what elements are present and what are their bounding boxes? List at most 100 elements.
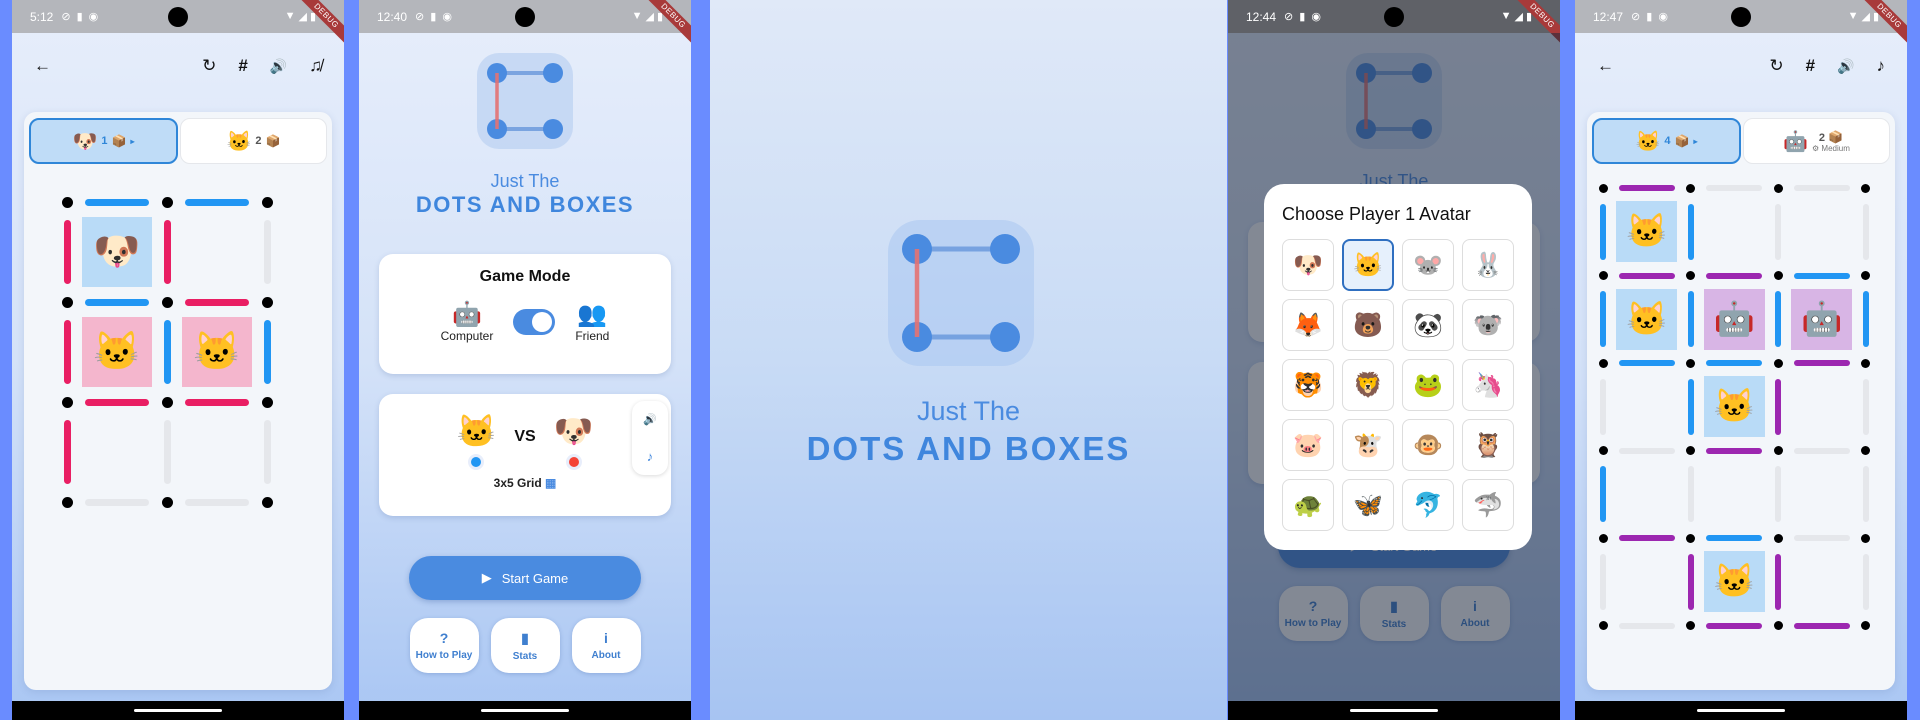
mode-friend[interactable]: 👥 Friend bbox=[575, 300, 609, 343]
avatar-option[interactable]: 🦊 bbox=[1282, 299, 1334, 351]
drawn-line bbox=[1706, 272, 1763, 279]
mode-computer[interactable]: 🤖 Computer bbox=[441, 300, 494, 343]
splash-screen: Just The DOTS AND BOXES bbox=[710, 0, 1227, 720]
back-arrow-icon[interactable]: ← bbox=[34, 56, 51, 76]
camera-cutout bbox=[1384, 7, 1404, 27]
avatar-option[interactable]: 🐯 bbox=[1282, 359, 1334, 411]
sound-icon[interactable]: 🔊 bbox=[270, 58, 287, 75]
avatar-option[interactable]: 🦉 bbox=[1462, 419, 1514, 471]
start-game-button[interactable]: ▶ Start Game bbox=[409, 556, 641, 600]
empty-line[interactable] bbox=[1618, 447, 1675, 454]
avatar-option[interactable]: 🐭 bbox=[1402, 239, 1454, 291]
empty-line[interactable] bbox=[1687, 466, 1694, 523]
restart-icon[interactable]: ↻ bbox=[1769, 56, 1783, 76]
empty-line[interactable] bbox=[1600, 553, 1606, 610]
turn-indicator-icon: ▸ bbox=[1693, 136, 1698, 146]
empty-line[interactable] bbox=[263, 220, 271, 284]
music-icon[interactable]: ♪ bbox=[1877, 56, 1886, 76]
empty-line[interactable] bbox=[1793, 447, 1850, 454]
home-indicator[interactable] bbox=[481, 709, 569, 712]
empty-line[interactable] bbox=[1862, 466, 1869, 523]
grid-dot bbox=[1686, 271, 1695, 280]
avatar-option[interactable]: 🐮 bbox=[1342, 419, 1394, 471]
avatar-option[interactable]: 🦈 bbox=[1462, 479, 1514, 531]
drawn-line bbox=[1687, 553, 1694, 610]
box-icon: 📦 bbox=[265, 134, 281, 148]
home-indicator[interactable] bbox=[1350, 709, 1438, 712]
grid-dot bbox=[1598, 533, 1608, 543]
empty-line[interactable] bbox=[1618, 622, 1675, 629]
back-arrow-icon[interactable]: ← bbox=[1597, 56, 1614, 76]
mode-toggle[interactable] bbox=[513, 308, 556, 335]
music-off-icon[interactable]: ♫̸ bbox=[309, 56, 322, 76]
grid-dot bbox=[1686, 533, 1695, 543]
empty-line[interactable] bbox=[1793, 535, 1850, 541]
player-1-score: 🐶 1 📦 ▸ bbox=[29, 118, 178, 164]
avatar-option[interactable]: 🐱 bbox=[1342, 239, 1394, 291]
avatar-option[interactable]: 🐻 bbox=[1342, 299, 1394, 351]
grid-icon[interactable]: # bbox=[1806, 56, 1815, 76]
dialog-title: Choose Player 1 Avatar bbox=[1282, 204, 1471, 224]
grid-dot bbox=[1598, 621, 1608, 630]
player-2-picker[interactable]: 🐶 bbox=[554, 412, 594, 470]
empty-line[interactable] bbox=[163, 420, 171, 484]
grid-icon[interactable]: # bbox=[238, 56, 247, 76]
avatar-option[interactable]: 🐰 bbox=[1462, 239, 1514, 291]
avatar-option[interactable]: 🐨 bbox=[1462, 299, 1514, 351]
empty-line[interactable] bbox=[85, 498, 149, 506]
music-icon[interactable]: ♪ bbox=[647, 449, 654, 464]
avatar-option[interactable]: 🐬 bbox=[1402, 479, 1454, 531]
avatar-option[interactable]: 🦋 bbox=[1342, 479, 1394, 531]
sound-icon[interactable]: 🔊 bbox=[1837, 58, 1854, 75]
empty-line[interactable] bbox=[263, 420, 271, 484]
avatar-dialog: Choose Player 1 Avatar 🐶 🐱 🐭 🐰 🦊 🐻 🐼 🐨 🐯 🦁 🐸 🦄 🐷 🐮 🐵 🦉 🐢… bbox=[1264, 184, 1532, 550]
grid-icon: ▦ bbox=[545, 476, 557, 490]
home-indicator[interactable] bbox=[134, 709, 222, 712]
about-button[interactable]: i About bbox=[571, 618, 641, 673]
grid-size-selector[interactable]: 3x5 Grid ▦ bbox=[379, 476, 671, 490]
home-indicator[interactable] bbox=[1697, 709, 1785, 712]
empty-line[interactable] bbox=[1600, 378, 1606, 435]
grid-dot bbox=[1598, 358, 1608, 368]
claimed-box: 🤖 bbox=[1703, 288, 1765, 350]
player-2-score: 🐱 2 📦 bbox=[180, 118, 327, 164]
avatar-option[interactable]: 🐷 bbox=[1282, 419, 1334, 471]
avatar-option[interactable]: 🐵 bbox=[1402, 419, 1454, 471]
avatar-option[interactable]: 🐶 bbox=[1282, 239, 1334, 291]
difficulty-label: ⚙ Medium bbox=[1812, 143, 1850, 153]
player-1-picker[interactable]: 🐱 bbox=[456, 412, 496, 470]
player-2-avatar: 🤖 bbox=[1783, 130, 1809, 153]
grid-dot bbox=[1686, 621, 1695, 630]
empty-line[interactable] bbox=[1862, 203, 1869, 260]
drawn-line bbox=[1706, 447, 1763, 454]
how-to-play-button[interactable]: ? How to Play bbox=[409, 618, 479, 673]
signal-icon: ◢ bbox=[1861, 11, 1870, 23]
empty-line[interactable] bbox=[1862, 553, 1869, 610]
player-1-score: 🐱 4 📦 ▸ bbox=[1592, 118, 1741, 164]
empty-line[interactable] bbox=[1775, 466, 1781, 523]
grid-dot bbox=[261, 396, 273, 408]
game-screen-2: 12:47 ⊘ ▮ ◉ ▼ ◢ ▮ DEBUG ← ↻ # 🔊 ♪ 🐱 4 📦 ▸ 🤖 … bbox=[1575, 0, 1907, 720]
avatar-option[interactable]: 🐸 bbox=[1402, 359, 1454, 411]
avatar-option[interactable]: 🦁 bbox=[1342, 359, 1394, 411]
drawn-line bbox=[1706, 360, 1763, 366]
empty-line[interactable] bbox=[1862, 378, 1869, 435]
avatar-option[interactable]: 🐢 bbox=[1282, 479, 1334, 531]
grid-dot bbox=[1861, 533, 1870, 543]
empty-line[interactable] bbox=[1793, 185, 1850, 191]
empty-line[interactable] bbox=[185, 498, 249, 506]
avatar-option[interactable]: 🐼 bbox=[1402, 299, 1454, 351]
empty-line[interactable] bbox=[1706, 185, 1763, 191]
player-2-color[interactable] bbox=[565, 454, 582, 470]
restart-icon[interactable]: ↻ bbox=[202, 56, 216, 76]
empty-line[interactable] bbox=[1775, 203, 1781, 260]
sound-icon[interactable]: 🔊 bbox=[643, 413, 657, 426]
board-card: 🐱 4 📦 ▸ 🤖 2 📦 ⚙ Medium 🐱 🐱 🤖 🤖 🐱 🐱 bbox=[1587, 112, 1895, 690]
grid-dot bbox=[1773, 183, 1783, 193]
grid-dot bbox=[1861, 271, 1870, 280]
game-board: 🐶 🐱 🐱 bbox=[24, 170, 332, 550]
game-toolbar: ← ↻ # 🔊 ♫̸ bbox=[12, 33, 344, 99]
avatar-option[interactable]: 🦄 bbox=[1462, 359, 1514, 411]
player-1-color[interactable] bbox=[468, 454, 485, 470]
stats-button[interactable]: ▮ Stats bbox=[490, 618, 560, 673]
